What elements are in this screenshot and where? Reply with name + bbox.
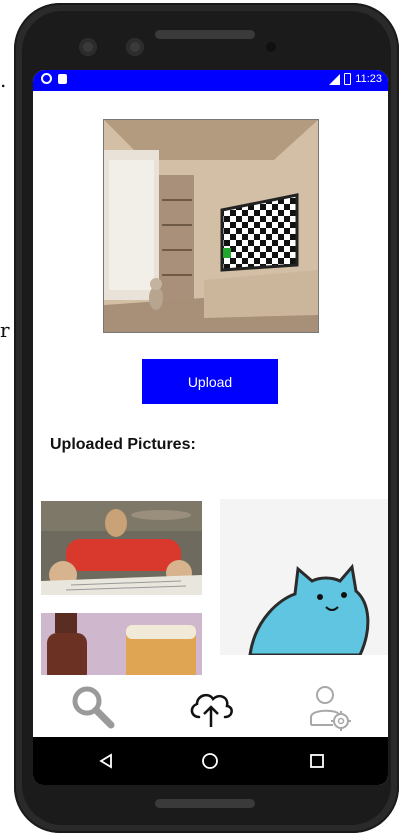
status-lock-icon — [58, 73, 67, 84]
recents-icon — [310, 754, 324, 768]
status-bar: 11:23 — [33, 70, 388, 91]
proximity-sensor — [266, 42, 276, 52]
upload-button[interactable]: Upload — [142, 359, 278, 404]
edge-mark-1: . — [0, 68, 7, 92]
bottom-navigation — [33, 675, 388, 737]
edge-letter: r — [0, 318, 10, 342]
room-with-tv-image — [104, 120, 318, 332]
nav-search[interactable] — [63, 681, 123, 733]
blue-cat-sticker-image — [220, 499, 388, 655]
user-settings-icon — [310, 686, 351, 731]
bottom-speaker — [155, 799, 255, 808]
bottle-and-beer-image — [41, 613, 202, 675]
cloud-upload-icon — [190, 693, 233, 727]
search-icon — [72, 686, 115, 729]
status-time: 11:23 — [355, 73, 382, 85]
status-circle-icon — [41, 73, 52, 84]
signal-icon — [329, 73, 341, 85]
home-icon — [202, 753, 218, 769]
battery-icon — [344, 73, 352, 85]
system-recents-button[interactable] — [305, 749, 329, 773]
front-camera-icon — [79, 38, 97, 56]
system-back-button[interactable] — [94, 749, 118, 773]
back-icon — [99, 753, 112, 769]
gallery-thumbnail-1[interactable] — [41, 501, 202, 595]
app-screen: 11:23 Upload Uploaded Pictures: — [33, 70, 388, 785]
system-navigation-bar — [33, 737, 388, 785]
top-speaker — [155, 30, 255, 39]
figure-with-paper-image — [41, 501, 202, 595]
gallery-thumbnail-3[interactable] — [41, 613, 202, 675]
system-home-button[interactable] — [198, 749, 222, 773]
nav-user-settings[interactable] — [299, 681, 359, 733]
gallery-thumbnail-2[interactable] — [220, 499, 388, 655]
front-camera-icon-2 — [126, 38, 144, 56]
image-preview[interactable] — [103, 119, 319, 333]
nav-upload[interactable] — [181, 681, 241, 733]
uploaded-pictures-heading: Uploaded Pictures: — [50, 436, 196, 453]
uploaded-gallery — [33, 495, 388, 675]
